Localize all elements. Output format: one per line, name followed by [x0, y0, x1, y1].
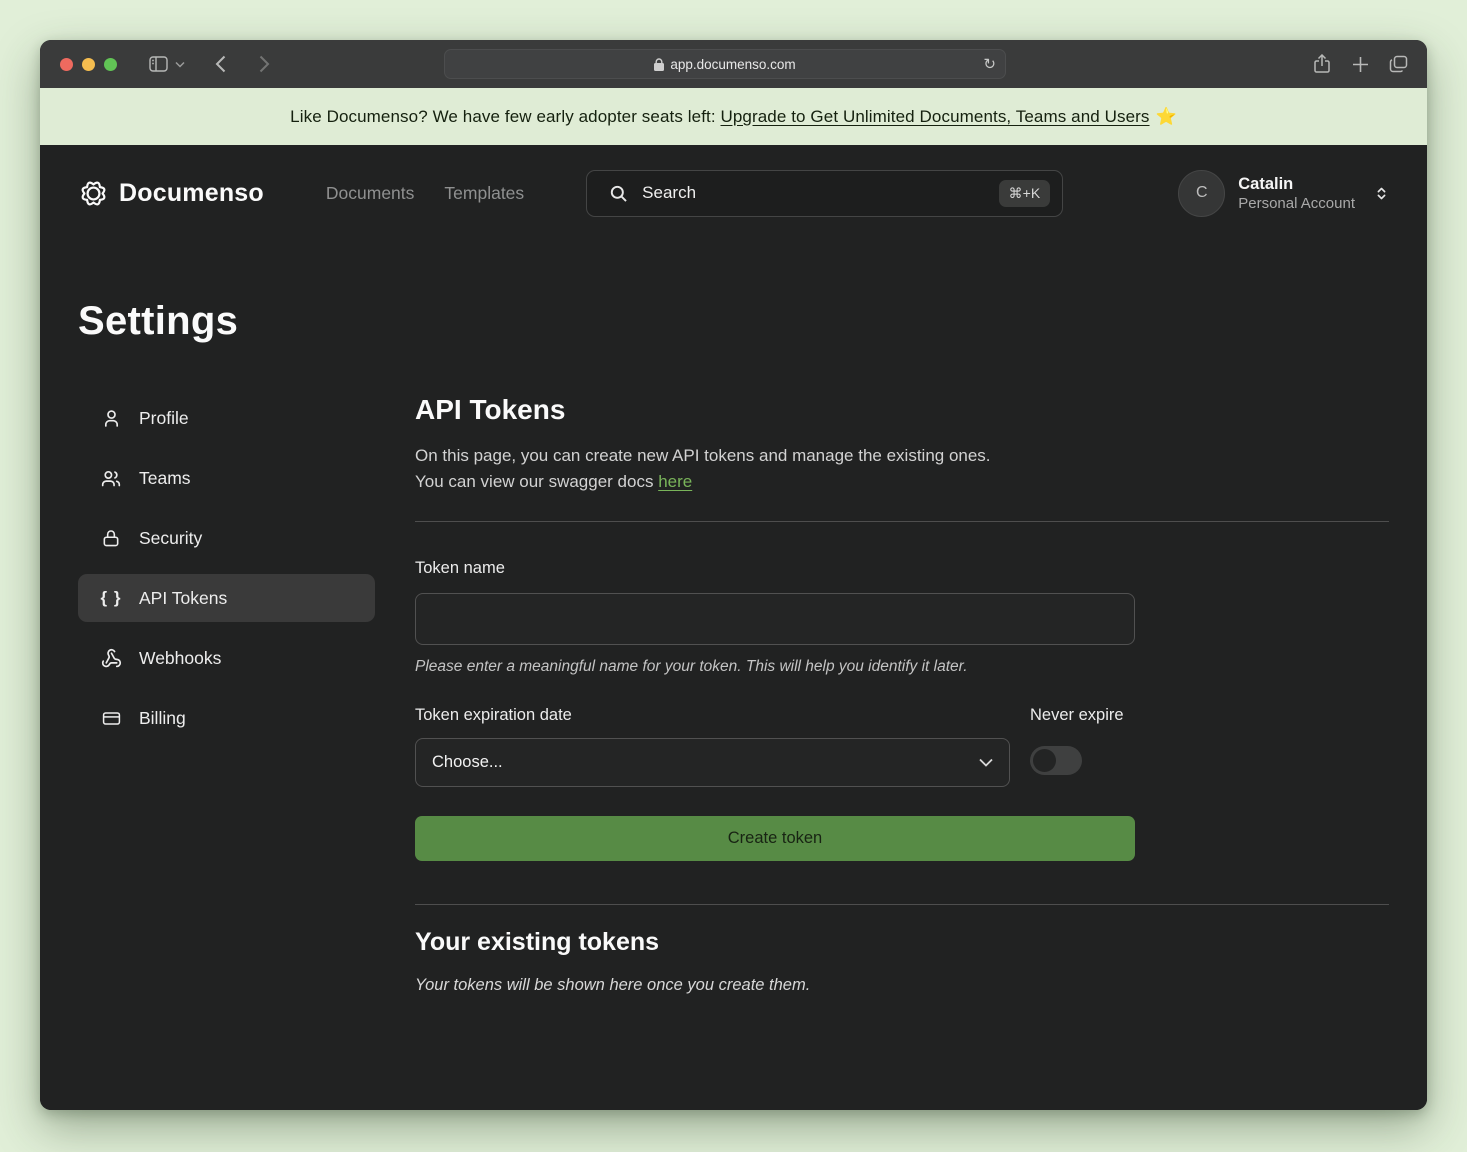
zoom-window-button[interactable]: [104, 58, 117, 71]
url-text: app.documenso.com: [670, 57, 795, 72]
nav-templates[interactable]: Templates: [444, 183, 524, 204]
sidebar-toggle-icon[interactable]: [143, 50, 173, 78]
user-icon: [100, 408, 122, 429]
sidebar-item-label: Teams: [139, 468, 191, 489]
settings-sidebar: Profile Teams Security { } API To: [78, 394, 375, 995]
sidebar-item-security[interactable]: Security: [78, 514, 375, 562]
sidebar-item-webhooks[interactable]: Webhooks: [78, 634, 375, 682]
existing-tokens-title: Your existing tokens: [415, 928, 1389, 957]
share-icon[interactable]: [1307, 50, 1337, 78]
panel-title: API Tokens: [415, 394, 1389, 426]
token-name-label: Token name: [415, 559, 1135, 578]
app-header: Documenso Documents Templates Search ⌘+K…: [78, 145, 1389, 241]
back-button[interactable]: [205, 50, 235, 78]
sidebar-item-label: API Tokens: [139, 588, 227, 609]
braces-icon: { }: [100, 588, 122, 608]
lock-icon: [100, 528, 122, 549]
swagger-docs-link[interactable]: here: [658, 472, 692, 491]
sidebar-item-api-tokens[interactable]: { } API Tokens: [78, 574, 375, 622]
lock-icon: [654, 58, 664, 71]
main-nav: Documents Templates: [326, 183, 524, 204]
upgrade-banner: Like Documenso? We have few early adopte…: [40, 88, 1427, 145]
sidebar-item-billing[interactable]: Billing: [78, 694, 375, 742]
upgrade-link[interactable]: Upgrade to Get Unlimited Documents, Team…: [721, 107, 1150, 127]
page-title: Settings: [78, 299, 1389, 344]
minimize-window-button[interactable]: [82, 58, 95, 71]
expiration-select[interactable]: Choose...: [415, 738, 1010, 787]
search-icon: [609, 184, 628, 203]
brand-name: Documenso: [119, 179, 264, 208]
existing-tokens-empty-text: Your tokens will be shown here once you …: [415, 976, 1389, 995]
sidebar-item-label: Webhooks: [139, 648, 221, 669]
star-emoji: ⭐: [1156, 107, 1177, 127]
search-label: Search: [642, 183, 984, 203]
close-window-button[interactable]: [60, 58, 73, 71]
panel-description: On this page, you can create new API tok…: [415, 443, 1389, 495]
tab-overview-icon[interactable]: [1383, 50, 1413, 78]
credit-card-icon: [100, 709, 122, 728]
api-tokens-panel: API Tokens On this page, you can create …: [415, 394, 1389, 995]
sidebar-item-teams[interactable]: Teams: [78, 454, 375, 502]
reload-icon[interactable]: ↻: [983, 55, 996, 73]
account-menu[interactable]: C Catalin Personal Account: [1178, 170, 1389, 217]
expiration-label: Token expiration date: [415, 706, 1010, 725]
forward-button[interactable]: [249, 50, 279, 78]
search-bar[interactable]: Search ⌘+K: [586, 170, 1063, 217]
documenso-logo-icon: [78, 178, 109, 209]
browser-titlebar: app.documenso.com ↻: [40, 40, 1427, 88]
search-shortcut-badge: ⌘+K: [999, 180, 1051, 207]
nav-documents[interactable]: Documents: [326, 183, 415, 204]
chevrons-up-down-icon: [1374, 185, 1389, 202]
users-icon: [100, 468, 122, 489]
app-content: Documenso Documents Templates Search ⌘+K…: [40, 145, 1427, 1110]
account-type: Personal Account: [1238, 195, 1355, 212]
sidebar-item-profile[interactable]: Profile: [78, 394, 375, 442]
webhook-icon: [100, 648, 122, 669]
sidebar-item-label: Billing: [139, 708, 186, 729]
avatar: C: [1178, 170, 1225, 217]
never-expire-toggle[interactable]: [1030, 746, 1082, 775]
sidebar-item-label: Profile: [139, 408, 189, 429]
new-tab-icon[interactable]: [1345, 50, 1375, 78]
expiration-value: Choose...: [432, 753, 503, 772]
never-expire-label: Never expire: [1030, 706, 1135, 725]
chevron-down-icon: [979, 758, 993, 767]
sidebar-item-label: Security: [139, 528, 202, 549]
brand[interactable]: Documenso: [78, 178, 264, 209]
create-token-button[interactable]: Create token: [415, 816, 1135, 861]
toggle-knob: [1033, 749, 1056, 772]
traffic-lights: [60, 58, 117, 71]
banner-text: Like Documenso? We have few early adopte…: [290, 107, 716, 127]
account-name: Catalin: [1238, 175, 1355, 194]
token-name-hint: Please enter a meaningful name for your …: [415, 658, 1135, 676]
divider: [415, 904, 1389, 905]
address-bar[interactable]: app.documenso.com ↻: [444, 49, 1006, 79]
browser-window: app.documenso.com ↻ Like Documens: [40, 40, 1427, 1110]
token-name-input[interactable]: [415, 593, 1135, 645]
divider: [415, 521, 1389, 522]
sidebar-dropdown-icon[interactable]: [175, 61, 185, 68]
